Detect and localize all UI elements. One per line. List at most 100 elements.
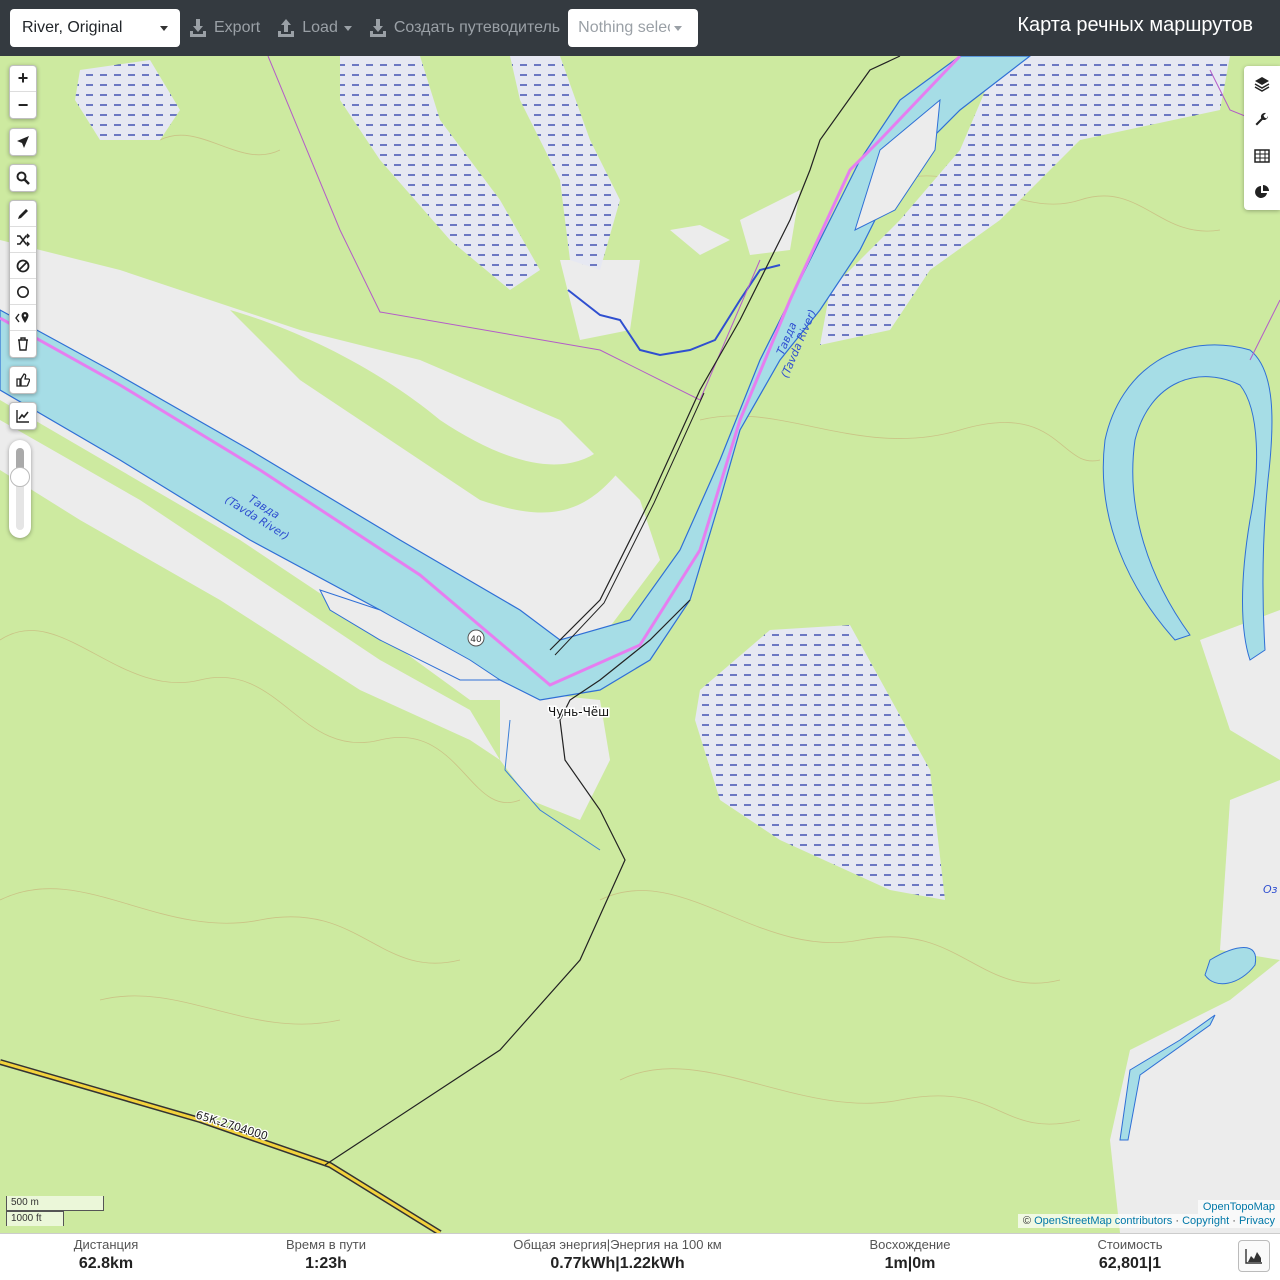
duration-value: 1:23 xyxy=(305,1255,338,1272)
search-control xyxy=(9,164,37,192)
energy-total-unit: kWh xyxy=(581,1255,616,1272)
poi-marker-button[interactable] xyxy=(10,305,36,331)
settings-button[interactable] xyxy=(1244,102,1280,138)
map-canvas[interactable]: 40 Тавда (Tavda River) Тавда (Tavda Rive… xyxy=(0,56,1280,1233)
energy-per100-unit: kWh xyxy=(650,1255,685,1272)
duration-label: Время в пути xyxy=(286,1237,366,1252)
lake-label: Оз xyxy=(1263,883,1278,896)
profile-select[interactable]: River, Original xyxy=(10,9,180,47)
ascent-unit: m xyxy=(921,1255,936,1272)
draw-toolbar xyxy=(9,200,37,358)
thumbs-up-icon xyxy=(16,373,30,387)
export-label: Export xyxy=(214,19,261,36)
energy-per100-value: 1.22 xyxy=(619,1255,651,1272)
layers-button[interactable] xyxy=(1244,66,1280,102)
nogo-area-button[interactable] xyxy=(10,253,36,279)
zoom-out-button[interactable]: − xyxy=(10,92,36,118)
copyright-link[interactable]: Copyright xyxy=(1182,1215,1229,1227)
profile-select-value: River, Original xyxy=(22,19,123,36)
stat-energy: Общая энергия|Энергия на 100 км 0.77kWh|… xyxy=(500,1237,735,1273)
stat-distance: Дистанция 62.8km xyxy=(56,1237,156,1273)
opacity-slider[interactable] xyxy=(9,440,31,538)
wrench-icon xyxy=(1255,112,1268,126)
draw-route-button[interactable] xyxy=(10,201,36,227)
search-icon xyxy=(16,171,30,185)
load-label: Load xyxy=(302,19,338,36)
statistics-button[interactable] xyxy=(1244,174,1280,210)
ascent-down-value: 0 xyxy=(912,1255,922,1272)
load-button[interactable]: Load xyxy=(276,9,352,47)
route-stats-bar: Дистанция 62.8km Время в пути 1:23h Обща… xyxy=(0,1233,1280,1280)
cost-value: 62,801 xyxy=(1098,1255,1148,1272)
shuffle-button[interactable] xyxy=(10,227,36,253)
route-selection-placeholder: Nothing selected xyxy=(578,19,670,36)
chevron-down-icon xyxy=(160,25,168,31)
poi-marker-icon xyxy=(15,311,29,323)
area-chart-icon xyxy=(1245,1249,1262,1264)
scale-bar: 500 m 1000 ft xyxy=(6,1196,104,1226)
layers-icon xyxy=(1254,77,1270,92)
opentopomap-link[interactable]: OpenTopoMap xyxy=(1203,1201,1275,1213)
attribution: OpenTopoMap © OpenStreetMap contributors… xyxy=(1017,1200,1280,1228)
road-number-label: 40 xyxy=(470,635,482,645)
table-icon xyxy=(1254,149,1270,163)
feedback-control xyxy=(9,366,37,394)
locate-button[interactable] xyxy=(10,129,36,155)
chevron-down-icon xyxy=(343,25,352,31)
attribution-separator: · xyxy=(1175,1215,1179,1227)
right-toolbar xyxy=(1244,66,1280,210)
download-icon xyxy=(369,19,386,37)
export-button[interactable]: Export xyxy=(188,9,260,47)
upload-icon xyxy=(278,19,295,37)
pie-chart-icon xyxy=(1255,185,1269,198)
chevron-down-icon xyxy=(674,25,683,31)
elevation-chart-icon xyxy=(16,410,29,423)
scale-imperial: 1000 ft xyxy=(6,1211,64,1226)
ascent-up-value: 1 xyxy=(884,1255,894,1272)
zoom-in-button[interactable]: + xyxy=(10,66,36,92)
locate-icon xyxy=(17,136,29,148)
circle-icon xyxy=(17,285,29,298)
stat-ascent: Восхождение 1m|0m xyxy=(850,1237,970,1273)
thumbs-up-button[interactable] xyxy=(10,367,36,393)
attribution-separator: · xyxy=(1232,1215,1236,1227)
table-button[interactable] xyxy=(1244,138,1280,174)
cost-label: Стоимость xyxy=(1097,1237,1163,1252)
draw-route-icon xyxy=(18,208,28,219)
scale-metric: 500 m xyxy=(6,1196,104,1211)
top-navbar: River, Original Export Load Создать путе… xyxy=(0,0,1280,56)
search-button[interactable] xyxy=(10,165,36,191)
shuffle-icon xyxy=(17,233,30,246)
elevation-control xyxy=(9,402,37,430)
distance-value: 62.8 xyxy=(78,1255,110,1272)
delete-icon xyxy=(18,337,28,351)
stat-duration: Время в пути 1:23h xyxy=(276,1237,376,1273)
app-title: Карта речных маршрутов xyxy=(1017,14,1253,36)
duration-unit: h xyxy=(337,1255,347,1272)
distance-unit: km xyxy=(110,1255,134,1272)
stat-cost: Стоимость 62,801|1 xyxy=(1080,1237,1180,1273)
osm-contributors-link[interactable]: OpenStreetMap contributors xyxy=(1034,1215,1172,1227)
locate-control xyxy=(9,128,37,156)
ascent-unit: m xyxy=(893,1255,908,1272)
copyright-symbol: © xyxy=(1022,1215,1032,1227)
elevation-chart-button[interactable] xyxy=(10,403,36,429)
energy-label: Общая энергия|Энергия на 100 км xyxy=(513,1237,722,1252)
download-icon xyxy=(190,19,206,37)
elevation-profile-button[interactable] xyxy=(1238,1240,1270,1272)
zoom-control: + − xyxy=(9,65,37,119)
privacy-link[interactable]: Privacy xyxy=(1239,1215,1275,1227)
ascent-label: Восхождение xyxy=(869,1237,951,1252)
circle-button[interactable] xyxy=(10,279,36,305)
opacity-slider-handle[interactable] xyxy=(10,466,30,487)
route-selection-dropdown[interactable]: Nothing selected xyxy=(568,9,699,47)
nogo-area-icon xyxy=(16,259,30,272)
village-label: Чунь-Чёш xyxy=(548,705,609,719)
create-guide-button[interactable]: Создать путеводитель xyxy=(368,9,560,47)
energy-total-value: 0.77 xyxy=(550,1255,582,1272)
cost-count: 1 xyxy=(1152,1255,1162,1272)
delete-button[interactable] xyxy=(10,331,36,357)
map-tiles: 40 Тавда (Tavda River) Тавда (Tavda Rive… xyxy=(0,56,1280,1233)
create-guide-label: Создать путеводитель xyxy=(393,19,561,36)
distance-label: Дистанция xyxy=(73,1237,139,1252)
